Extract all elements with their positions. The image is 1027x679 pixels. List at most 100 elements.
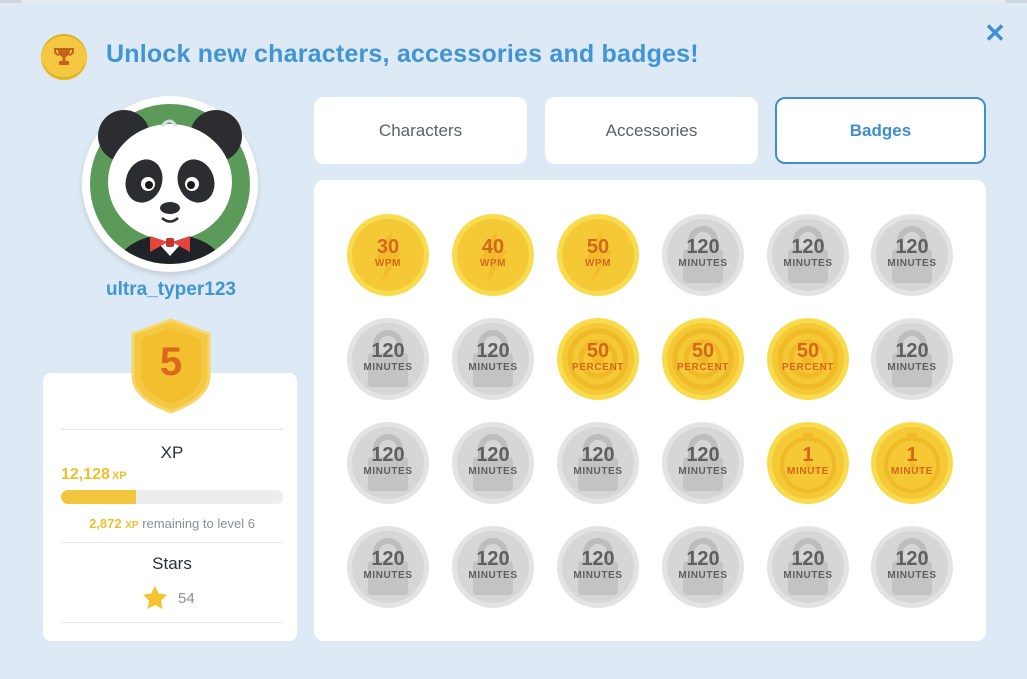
badge-value: 120 [371, 340, 405, 362]
badge-value: 50 [796, 340, 820, 362]
badge-locked[interactable]: 120 MINUTES [451, 421, 535, 505]
badge-unit: MINUTES [363, 466, 413, 477]
badge-value: 30 [376, 236, 400, 258]
tab-badges[interactable]: Badges [775, 97, 986, 164]
badge-locked[interactable]: 120 MINUTES [661, 421, 745, 505]
badge-value: 1 [802, 444, 814, 466]
badge-locked[interactable]: 120 MINUTES [346, 525, 430, 609]
badge-value: 120 [476, 548, 510, 570]
badge-value: 120 [371, 444, 405, 466]
remaining-unit: XP [125, 520, 139, 531]
badge-earned[interactable]: 50 PERCENT [556, 317, 640, 401]
badge-value: 120 [686, 236, 720, 258]
badge-locked[interactable]: 120 MINUTES [766, 213, 850, 297]
xp-progress-bar [61, 490, 283, 504]
trophy-icon [41, 34, 87, 80]
divider [61, 542, 283, 543]
close-icon[interactable]: ✕ [982, 20, 1008, 46]
badge-locked[interactable]: 120 MINUTES [766, 525, 850, 609]
badge-value: 120 [895, 340, 929, 362]
badge-value: 120 [371, 548, 405, 570]
badge-locked[interactable]: 120 MINUTES [556, 525, 640, 609]
stars-count: 54 [178, 590, 195, 607]
badge-unit: MINUTES [678, 258, 728, 269]
badge-earned[interactable]: 1 MINUTE [766, 421, 850, 505]
badge-locked[interactable]: 120 MINUTES [346, 421, 430, 505]
badge-locked[interactable]: 120 MINUTES [451, 525, 535, 609]
badge-locked[interactable]: 120 MINUTES [451, 317, 535, 401]
badge-unit: PERCENT [782, 362, 834, 373]
badge-unit: WPM [374, 258, 402, 269]
xp-unit: XP [111, 470, 127, 482]
badge-unit: MINUTES [363, 362, 413, 373]
xp-number: 12,128 [61, 466, 110, 483]
badge-value: 120 [476, 444, 510, 466]
tab-accessories[interactable]: Accessories [545, 97, 758, 164]
badge-value: 120 [686, 444, 720, 466]
badge-locked[interactable]: 120 MINUTES [870, 213, 954, 297]
badge-unit: MINUTES [887, 362, 937, 373]
badge-unit: MINUTES [783, 258, 833, 269]
badge-grid: 30 WPM 40 WPM 50 WPM 120 MINUTES 120 MINUTES 120 MI… [314, 180, 986, 641]
divider [61, 622, 283, 623]
badge-value: 120 [581, 444, 615, 466]
badge-unit: MINUTES [573, 466, 623, 477]
username: ultra_typer123 [106, 279, 236, 300]
badge-locked[interactable]: 120 MINUTES [870, 525, 954, 609]
remaining-number: 2,872 [89, 516, 122, 531]
divider [61, 429, 283, 430]
xp-label: XP [160, 443, 184, 462]
badge-locked[interactable]: 120 MINUTES [870, 317, 954, 401]
stars-row: 54 [141, 584, 221, 612]
tab-characters[interactable]: Characters [314, 97, 527, 164]
badge-earned[interactable]: 50 WPM [556, 213, 640, 297]
xp-progress-fill [61, 490, 137, 504]
badge-value: 120 [686, 548, 720, 570]
badge-value: 120 [791, 236, 825, 258]
badge-unit: MINUTE [891, 466, 933, 477]
xp-value: 12,128 XP [61, 466, 127, 484]
badge-value: 50 [586, 236, 610, 258]
badge-value: 40 [481, 236, 505, 258]
badge-unit: PERCENT [677, 362, 729, 373]
badge-earned[interactable]: 50 PERCENT [766, 317, 850, 401]
level-number: 5 [159, 340, 183, 384]
badge-unit: PERCENT [572, 362, 624, 373]
badge-unit: MINUTES [678, 466, 728, 477]
badge-unit: MINUTES [468, 570, 518, 581]
star-icon [142, 585, 168, 609]
xp-remaining: 2,872 XP remaining to level 6 [61, 516, 283, 531]
badge-earned[interactable]: 50 PERCENT [661, 317, 745, 401]
badge-value: 120 [895, 236, 929, 258]
badge-value: 120 [791, 548, 825, 570]
badge-unit: MINUTES [783, 570, 833, 581]
remaining-text: remaining to level 6 [142, 516, 255, 531]
badge-value: 1 [906, 444, 918, 466]
badge-unit: MINUTES [573, 570, 623, 581]
badge-unit: WPM [479, 258, 507, 269]
badge-locked[interactable]: 120 MINUTES [556, 421, 640, 505]
badge-unit: MINUTES [468, 362, 518, 373]
badge-value: 120 [476, 340, 510, 362]
badge-earned[interactable]: 30 WPM [346, 213, 430, 297]
panda-avatar-icon [90, 104, 250, 264]
badge-locked[interactable]: 120 MINUTES [661, 525, 745, 609]
page-title: Unlock new characters, accessories and b… [106, 40, 699, 68]
badge-value: 120 [895, 548, 929, 570]
badge-value: 50 [586, 340, 610, 362]
badge-unit: MINUTES [468, 466, 518, 477]
badge-value: 50 [691, 340, 715, 362]
badge-unit: MINUTES [887, 570, 937, 581]
badge-unit: MINUTE [787, 466, 829, 477]
badge-locked[interactable]: 120 MINUTES [661, 213, 745, 297]
badge-earned[interactable]: 1 MINUTE [870, 421, 954, 505]
badge-unit: WPM [584, 258, 612, 269]
badge-locked[interactable]: 120 MINUTES [346, 317, 430, 401]
stars-label: Stars [152, 554, 192, 573]
badge-earned[interactable]: 40 WPM [451, 213, 535, 297]
badge-unit: MINUTES [363, 570, 413, 581]
badge-unit: MINUTES [678, 570, 728, 581]
avatar[interactable] [82, 96, 258, 272]
badge-unit: MINUTES [887, 258, 937, 269]
badge-value: 120 [581, 548, 615, 570]
